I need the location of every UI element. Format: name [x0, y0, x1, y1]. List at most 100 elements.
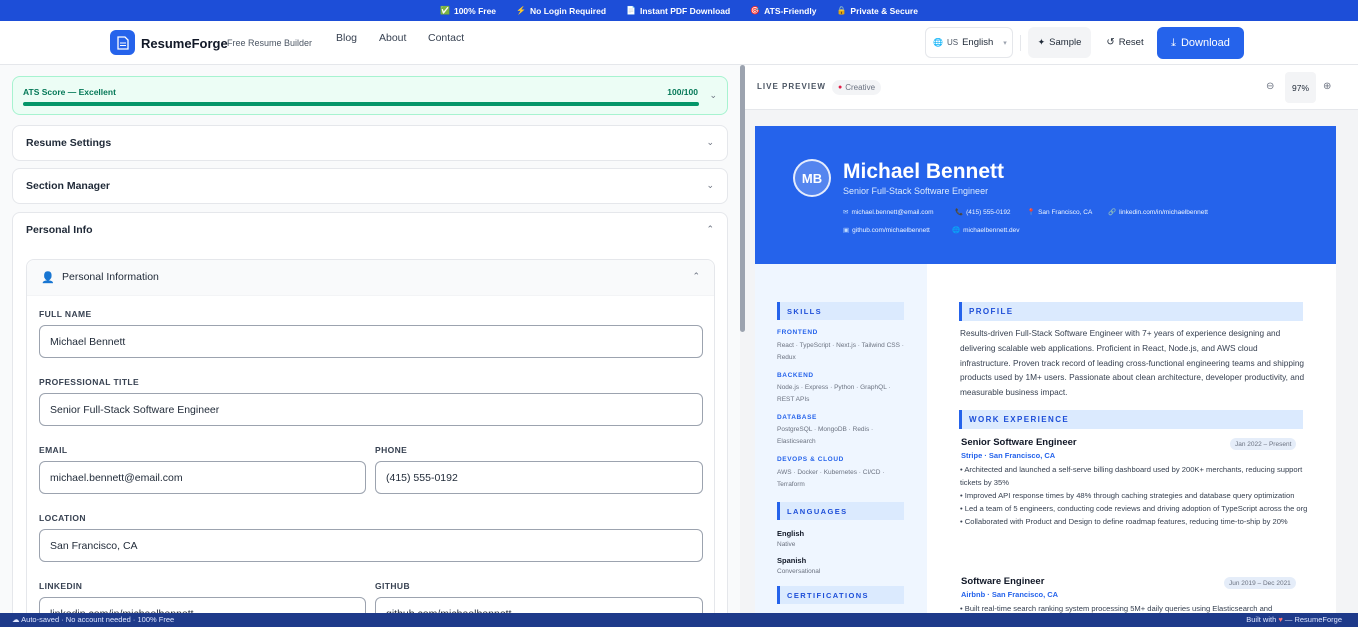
skill-list: AWS · Docker · Kubernetes · CI/CD · Terr…	[777, 469, 885, 488]
flag-code: US	[946, 38, 959, 47]
status-bar: ☁ Auto-saved · No account needed · 100% …	[0, 613, 1358, 627]
nav-contact[interactable]: Contact	[428, 32, 464, 44]
personal-information-card: 👤 Personal Information ⌃ FULL NAME Micha…	[26, 259, 715, 613]
check-icon: ✅	[440, 6, 450, 15]
skill-list: PostgreSQL · MongoDB · Redis · Elasticse…	[777, 426, 874, 445]
lightning-icon: ⚡	[516, 6, 526, 15]
live-preview-label: LIVE PREVIEW	[757, 82, 826, 91]
job-title: Software Engineer	[961, 576, 1045, 587]
skills-heading: SKILLS	[777, 302, 904, 320]
resume-contact-location: 📍 San Francisco, CA	[1027, 208, 1093, 217]
phone-field[interactable]: (415) 555-0192	[375, 461, 703, 494]
ats-progress-bar	[23, 102, 699, 106]
location-field[interactable]: San Francisco, CA	[39, 529, 703, 562]
language-select[interactable]: 🌐 US English ▾	[925, 27, 1013, 58]
language-name: Spanish	[777, 556, 807, 565]
job-title: Senior Software Engineer	[961, 437, 1077, 448]
list-item: • Led a team of 5 engineers, conducting …	[960, 503, 1308, 513]
editor-panel[interactable]: ATS Score — Excellent 100/100 ⌄ Resume S…	[0, 65, 740, 613]
zoom-out-icon[interactable]: ⊖	[1266, 81, 1274, 92]
email-field[interactable]: michael.bennett@email.com	[39, 461, 366, 494]
job-bullets: • Built real-time search ranking system …	[960, 603, 1308, 613]
lock-icon: 🔒	[836, 6, 847, 15]
chevron-up-icon: ⌃	[692, 271, 700, 281]
banner-item-no-login: ⚡ No Login Required	[516, 5, 607, 16]
section-resume-settings[interactable]: Resume Settings ⌄	[12, 125, 728, 161]
personal-information-header[interactable]: 👤 Personal Information ⌃	[27, 260, 714, 296]
job-dates: Jan 2022 – Present	[1230, 438, 1297, 450]
certifications-heading: CERTIFICATIONS	[777, 586, 904, 604]
github-field[interactable]: github.com/michaelbennett	[375, 597, 703, 613]
pin-icon: 📍	[1027, 209, 1036, 216]
personal-info-title[interactable]: Personal Info	[26, 224, 93, 236]
github-label: GITHUB	[375, 581, 410, 591]
download-button[interactable]: ⤓ Download	[1157, 27, 1244, 59]
chevron-down-icon: ⌄	[706, 180, 714, 190]
chevron-down-icon: ⌄	[706, 137, 714, 147]
skill-category: DATABASE	[777, 414, 817, 421]
resume-contact-linkedin: 🔗 linkedin.com/in/michaelbennett	[1108, 208, 1208, 217]
job-company: Stripe · San Francisco, CA	[961, 451, 1056, 460]
brand-name[interactable]: ResumeForge	[141, 36, 228, 51]
target-icon: 🎯	[750, 6, 761, 15]
professional-title-input[interactable]: Senior Full-Stack Software Engineer	[39, 393, 703, 426]
github-icon: ▣	[843, 227, 850, 234]
built-with-credit: Built with ♥ — ResumeForge	[1246, 615, 1342, 624]
profile-heading: PROFILE	[959, 302, 1303, 321]
resume-name: Michael Bennett	[843, 160, 1005, 183]
nav-about[interactable]: About	[379, 32, 406, 44]
avatar: MB	[793, 159, 831, 197]
skill-category: DEVOPS & CLOUD	[777, 456, 844, 463]
resume-contact-website: 🌐 michaelbennett.dev	[952, 226, 1020, 235]
email-label: EMAIL	[39, 445, 68, 455]
resume-title: Senior Full-Stack Software Engineer	[843, 186, 989, 196]
logo[interactable]	[110, 30, 135, 55]
resume-contact-phone: 📞 (415) 555-0192	[955, 208, 1011, 217]
document-icon	[116, 35, 129, 50]
palette-icon: ●	[838, 84, 843, 91]
reset-button[interactable]: ↺ Reset	[1100, 27, 1150, 58]
list-item: • Improved API response times by 48% thr…	[960, 490, 1295, 500]
zoom-level: 97%	[1285, 72, 1316, 103]
banner-item-ats: 🎯 ATS-Friendly	[750, 5, 817, 16]
job-bullets: • Architected and launched a self-serve …	[960, 464, 1308, 529]
chevron-up-icon[interactable]: ⌃	[706, 224, 714, 235]
template-badge[interactable]: ● Creative	[832, 80, 882, 95]
app-header: ResumeForge Free Resume Builder Blog Abo…	[0, 21, 1358, 65]
brand-subtitle: Free Resume Builder	[227, 38, 313, 48]
profile-summary: Results-driven Full-Stack Software Engin…	[960, 328, 1305, 398]
globe-icon: 🌐	[952, 227, 961, 234]
download-icon: ⤓	[1171, 36, 1176, 49]
email-icon: ✉	[843, 209, 849, 216]
sample-button[interactable]: ✦ Sample	[1028, 27, 1091, 58]
professional-title-label: PROFESSIONAL TITLE	[39, 377, 140, 387]
list-item: • Architected and launched a self-serve …	[960, 465, 1303, 487]
autosave-status: ☁ Auto-saved · No account needed · 100% …	[12, 615, 175, 624]
skill-category: FRONTEND	[777, 329, 818, 336]
document-icon: 📄	[626, 6, 636, 15]
nav-blog[interactable]: Blog	[336, 32, 357, 44]
link-icon: 🔗	[1108, 209, 1117, 216]
resume-page: MB Michael Bennett Senior Full-Stack Sof…	[755, 126, 1336, 613]
ats-score-card[interactable]: ATS Score — Excellent 100/100 ⌄	[12, 76, 728, 115]
ats-score-value: 100/100	[667, 87, 698, 97]
experience-heading: WORK EXPERIENCE	[959, 410, 1303, 429]
location-label: LOCATION	[39, 513, 86, 523]
resume-contact-email: ✉ michael.bennett@email.com	[843, 208, 934, 217]
zoom-in-icon[interactable]: ⊕	[1323, 81, 1331, 92]
job-dates: Jun 2019 – Dec 2021	[1224, 577, 1296, 589]
languages-heading: LANGUAGES	[777, 502, 904, 520]
section-section-manager[interactable]: Section Manager ⌄	[12, 168, 728, 204]
chevron-down-icon[interactable]: ⌄	[709, 90, 717, 101]
section-personal-info: Personal Info ⌃ 👤 Personal Information ⌃…	[12, 212, 728, 613]
chevron-down-icon: ▾	[1003, 39, 1007, 47]
list-item: • Built real-time search ranking system …	[960, 604, 1273, 613]
reset-icon: ↺	[1106, 37, 1115, 48]
full-name-label: FULL NAME	[39, 309, 92, 319]
banner-item-pdf: 📄 Instant PDF Download	[626, 5, 731, 16]
banner-item-private: 🔒 Private & Secure	[836, 5, 918, 16]
full-name-input[interactable]: Michael Bennett	[39, 325, 703, 358]
language-level: Conversational	[777, 568, 821, 575]
resume-contact-github: ▣ github.com/michaelbennett	[843, 226, 930, 235]
linkedin-field[interactable]: linkedin.com/in/michaelbennett	[39, 597, 366, 613]
